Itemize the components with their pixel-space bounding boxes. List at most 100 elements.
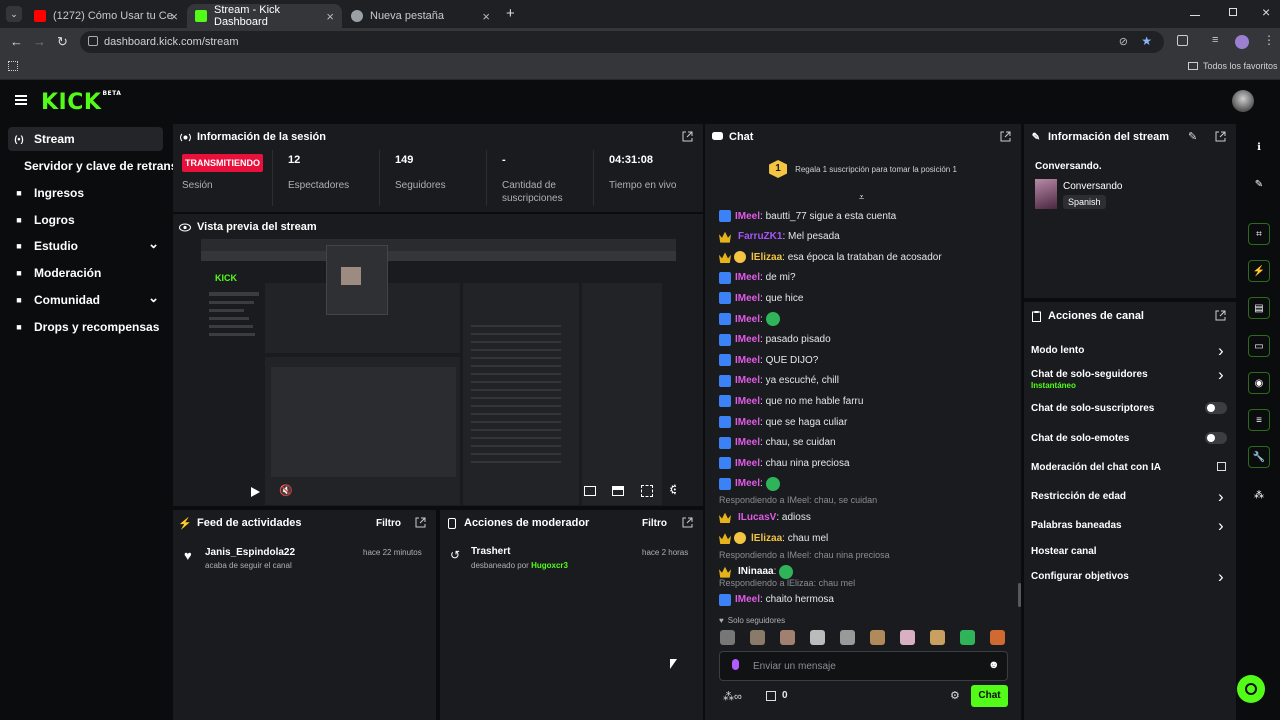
browser-tab-youtube[interactable]: (1272) Cómo Usar tu Celular co × — [26, 4, 186, 28]
edit-pencil-icon[interactable]: ✎ — [1188, 130, 1197, 143]
emote-10-icon[interactable] — [990, 630, 1005, 645]
chat-username[interactable]: IMeel — [735, 594, 760, 605]
chevron-down-icon[interactable]: ⌄ — [148, 236, 159, 252]
close-tab-icon[interactable]: × — [326, 9, 334, 24]
rail-button-chat[interactable]: ▭ — [1248, 335, 1270, 357]
chat-username[interactable]: FarruZK1 — [738, 231, 782, 242]
popout-icon[interactable] — [1000, 131, 1011, 142]
filter-button[interactable]: Filtro — [642, 518, 667, 529]
bookmark-star-icon[interactable]: ★ — [1141, 34, 1152, 48]
gift-sub-banner[interactable]: 1 Regala 1 suscripción para tomar la pos… — [705, 160, 1021, 178]
emote-9-icon[interactable] — [960, 630, 975, 645]
new-tab-button[interactable]: + — [506, 5, 515, 22]
rail-button-wrench[interactable]: 🔧 — [1248, 446, 1270, 468]
channel-action-item[interactable]: Palabras baneadas — [1031, 520, 1122, 531]
chat-username[interactable]: IMeel — [735, 355, 760, 366]
rail-button-crop[interactable]: ⌗ — [1248, 223, 1270, 245]
emote-6-icon[interactable] — [870, 630, 885, 645]
maximize-button[interactable] — [1229, 8, 1237, 16]
sidebar-item-8[interactable]: ■ Drops y recompensas — [8, 315, 163, 339]
back-arrow-icon[interactable]: ← — [10, 34, 23, 49]
moderator-name[interactable]: Hugoxcr3 — [531, 561, 568, 570]
kick-logo[interactable]: KICKBETA — [41, 90, 121, 115]
mute-icon[interactable]: 🔇 — [279, 484, 293, 497]
sidebar-item-7[interactable]: ■ Comunidad ⌄ — [8, 288, 163, 312]
site-info-icon[interactable] — [88, 36, 98, 46]
url-field[interactable]: dashboard.kick.com/stream ⊘ ★ — [80, 31, 1164, 53]
menu-dots-icon[interactable]: ⋮ — [1263, 33, 1275, 47]
chevron-right-icon[interactable]: › — [1218, 516, 1226, 535]
emote-7-icon[interactable] — [900, 630, 915, 645]
close-tab-icon[interactable]: × — [170, 9, 178, 24]
reload-icon[interactable]: ↻ — [57, 34, 68, 50]
browser-tab-kick[interactable]: Stream - Kick Dashboard × — [187, 4, 342, 28]
channel-action-item[interactable]: Modo lento — [1031, 345, 1084, 356]
eye-off-icon[interactable]: ⊘ — [1119, 35, 1128, 48]
settings-gear-icon[interactable]: ⚙ — [669, 482, 676, 498]
emoji-icon[interactable]: ☻ — [988, 659, 1000, 671]
rail-button-bolt[interactable]: ⚡ — [1248, 260, 1270, 282]
category-name[interactable]: Conversando — [1063, 181, 1122, 192]
chat-input[interactable]: Enviar un mensaje ☻ — [719, 651, 1008, 681]
chat-username[interactable]: IMeel — [735, 293, 760, 304]
emote-8-icon[interactable] — [930, 630, 945, 645]
channel-action-item[interactable]: Configurar objetivos — [1031, 571, 1129, 582]
external-link-icon[interactable] — [1217, 462, 1226, 471]
toggle-switch[interactable] — [1205, 402, 1227, 414]
popout-icon[interactable] — [682, 131, 693, 142]
popout-icon[interactable] — [682, 517, 693, 528]
popout-icon[interactable] — [1215, 131, 1226, 142]
sidebar-item-2[interactable]: Servidor y clave de retransm — [8, 154, 188, 178]
microphone-icon[interactable] — [732, 659, 739, 670]
chevron-right-icon[interactable]: › — [1218, 341, 1226, 360]
chat-username[interactable]: ILucasV — [738, 512, 776, 523]
emote-5-icon[interactable] — [840, 630, 855, 645]
sidebar-item-4[interactable]: ■ Logros — [8, 208, 163, 232]
chat-username[interactable]: IMeel — [735, 417, 760, 428]
rail-button-broadcast[interactable]: ◉ — [1248, 372, 1270, 394]
chat-scrollbar[interactable] — [1018, 583, 1021, 607]
theater-mode-icon[interactable] — [612, 486, 624, 496]
close-window-button[interactable]: × — [1262, 4, 1270, 20]
chat-username[interactable]: lElizaa — [751, 252, 782, 263]
rail-button-clipboard[interactable]: ▤ — [1248, 297, 1270, 319]
channel-action-item[interactable]: Chat de solo-seguidores — [1031, 369, 1148, 380]
popout-icon[interactable] — [1215, 310, 1226, 321]
feed-username[interactable]: Janis_Espindola22 — [205, 547, 295, 558]
chat-username[interactable]: IMeel — [735, 478, 760, 489]
close-tab-icon[interactable]: × — [482, 9, 490, 24]
hamburger-menu-icon[interactable] — [15, 95, 27, 105]
rail-button-edit[interactable]: ✎ — [1248, 173, 1270, 195]
rail-button-users[interactable]: ⁂ — [1248, 484, 1270, 506]
forward-arrow-icon[interactable]: → — [33, 34, 46, 49]
chat-username[interactable]: IMeel — [735, 272, 760, 283]
apps-grid-icon[interactable] — [8, 61, 18, 71]
extensions-icon[interactable] — [1177, 35, 1188, 46]
users-link-icon[interactable]: ⁂∞ — [723, 690, 742, 703]
tab-search-button[interactable]: ⌄ — [6, 6, 22, 22]
sidebar-item-6[interactable]: ■ Moderación — [8, 261, 163, 285]
chat-username[interactable]: lElizaa — [751, 533, 782, 544]
sidebar-item-3[interactable]: ■ Ingresos — [8, 181, 163, 205]
chat-settings-gear-icon[interactable]: ⚙ — [950, 689, 960, 702]
chat-username[interactable]: IMeel — [735, 211, 760, 222]
channel-action-item[interactable]: Chat de solo-suscriptores — [1031, 403, 1154, 414]
chat-username[interactable]: INinaaa — [738, 566, 774, 577]
pip-icon[interactable] — [584, 486, 596, 496]
pinned-chevron-icon[interactable]: ⩡ — [859, 192, 864, 203]
emote-3-icon[interactable] — [780, 630, 795, 645]
toggle-switch[interactable] — [1205, 432, 1227, 444]
minimize-button[interactable] — [1190, 6, 1200, 16]
chat-username[interactable]: IMeel — [735, 334, 760, 345]
play-icon[interactable] — [251, 487, 260, 497]
rail-button-layers[interactable]: ≡ — [1248, 409, 1270, 431]
user-avatar[interactable] — [1232, 90, 1254, 112]
rail-button-info[interactable]: ℹ — [1248, 136, 1270, 158]
browser-tab-new[interactable]: Nueva pestaña × — [343, 4, 498, 28]
sidebar-item-1[interactable]: (•) Stream — [8, 127, 163, 151]
chevron-right-icon[interactable]: › — [1218, 567, 1226, 586]
stream-video-player[interactable]: KICK 🔇 ⚙ — [201, 239, 676, 506]
sidebar-item-5[interactable]: ■ Estudio ⌄ — [8, 234, 163, 258]
channel-action-item[interactable]: Chat de solo-emotes — [1031, 433, 1129, 444]
chat-username[interactable]: IMeel — [735, 437, 760, 448]
